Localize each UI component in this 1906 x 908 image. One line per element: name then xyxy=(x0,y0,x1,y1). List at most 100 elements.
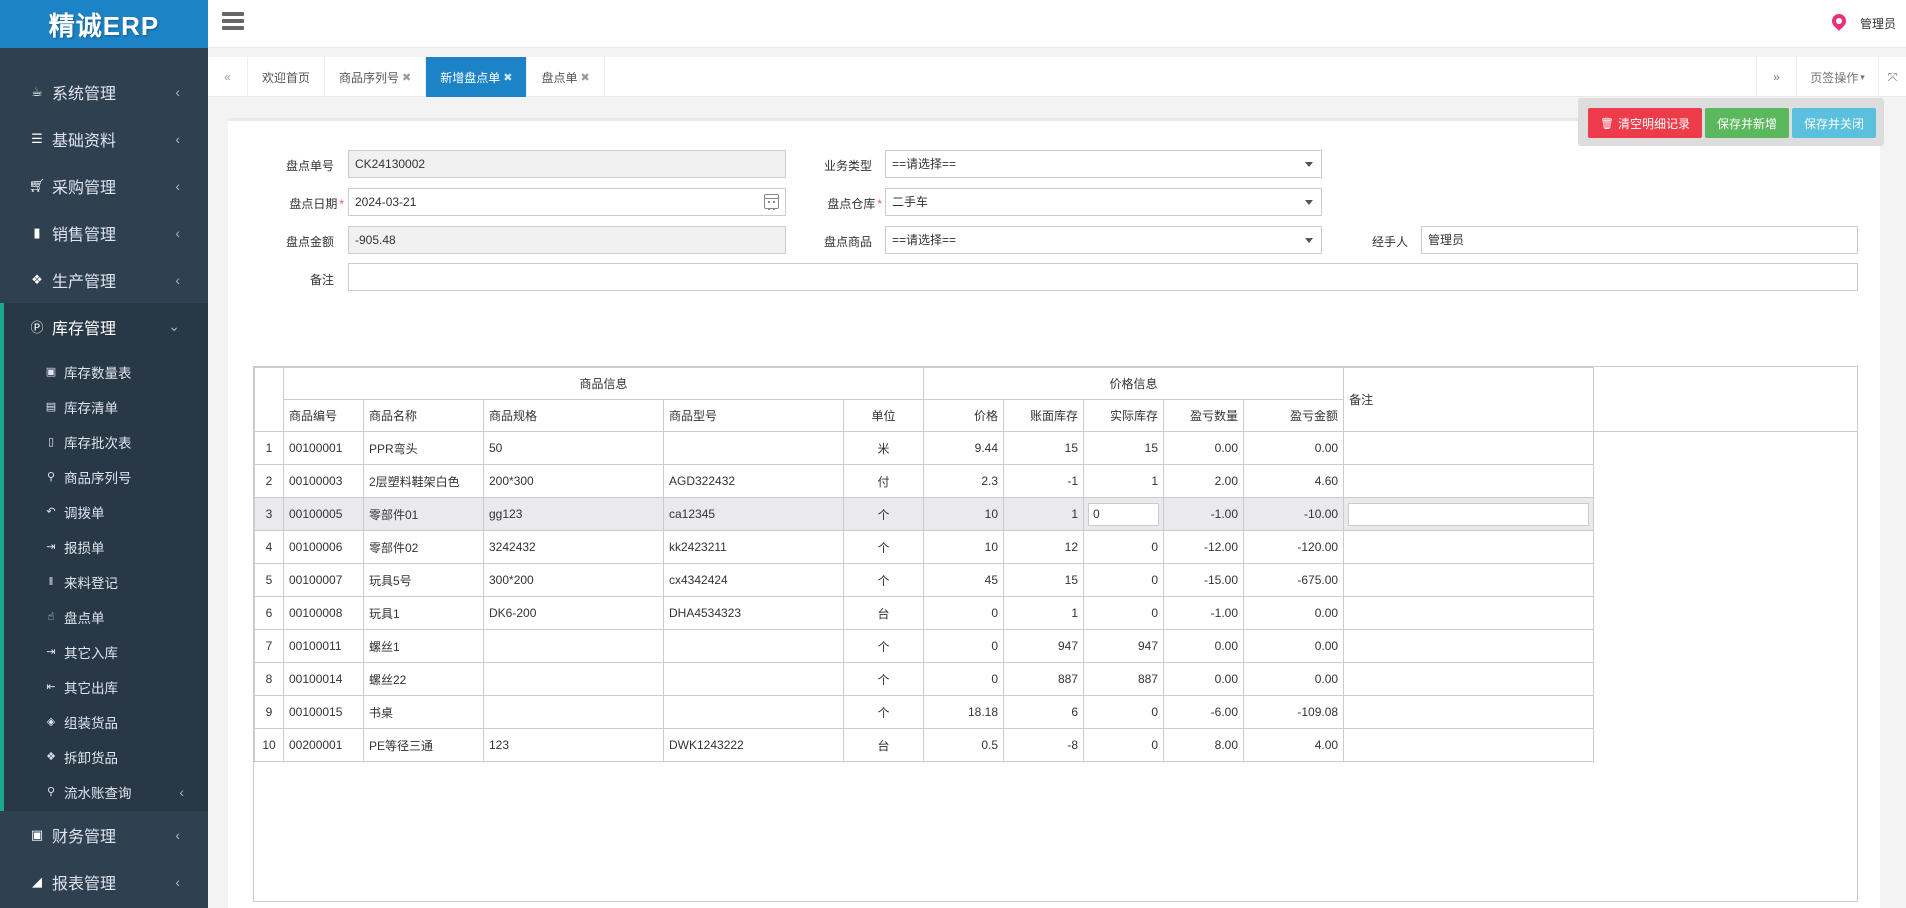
cell-spec[interactable] xyxy=(483,662,664,696)
table-row[interactable]: 4 00100006 零部件02 3242432 kk2423211 个 10 … xyxy=(254,530,1595,564)
cell-model[interactable]: ca12345 xyxy=(663,497,844,531)
cell-actual-stock[interactable]: 0 xyxy=(1083,596,1165,630)
table-row[interactable]: 9 00100015 书桌 个 18.18 6 0 -6.00 -109.08 xyxy=(254,695,1595,729)
sidebar-subitem-stocktake[interactable]: ☝ 盘点单 xyxy=(4,599,208,634)
cell-model[interactable]: cx4342424 xyxy=(663,563,844,597)
sidebar-subitem-other-out[interactable]: ⇤ 其它出库 xyxy=(4,669,208,704)
cell-book-stock[interactable]: 887 xyxy=(1003,662,1085,696)
cell-note[interactable] xyxy=(1343,431,1595,465)
column-header-spec[interactable]: 商品规格 xyxy=(483,399,664,432)
cell-model[interactable] xyxy=(663,662,844,696)
cell-note[interactable] xyxy=(1343,530,1595,564)
tab-welcome[interactable]: 欢迎首页 xyxy=(248,57,326,97)
cell-spec[interactable]: 3242432 xyxy=(483,530,664,564)
cell-note[interactable] xyxy=(1343,464,1595,498)
calendar-icon[interactable] xyxy=(764,194,779,210)
sidebar-subitem-transfer[interactable]: ↶ 调拨单 xyxy=(4,494,208,529)
cell-unit[interactable]: 台 xyxy=(842,596,925,630)
cell-name[interactable]: PPR弯头 xyxy=(363,431,484,465)
cell-code[interactable]: 00100001 xyxy=(283,431,364,465)
sidebar-subitem-stock-list[interactable]: ▤ 库存清单 xyxy=(4,389,208,424)
sidebar-item-sales[interactable]: ▮ 销售管理 ‹ xyxy=(0,209,208,256)
save-and-close-button[interactable]: 保存并关闭 xyxy=(1791,108,1876,138)
cell-unit[interactable]: 台 xyxy=(842,728,925,762)
cell-name[interactable]: 玩具1 xyxy=(363,596,484,630)
cell-note[interactable] xyxy=(1343,596,1595,630)
cell-spec[interactable]: 50 xyxy=(483,431,664,465)
cell-book-stock[interactable]: 15 xyxy=(1003,431,1085,465)
cell-note[interactable] xyxy=(1343,563,1595,597)
actual-stock-input[interactable]: 0 xyxy=(1088,502,1160,526)
sidebar-subitem-stock-batch[interactable]: ▯ 库存批次表 xyxy=(4,424,208,459)
cell-name[interactable]: 玩具5号 xyxy=(363,563,484,597)
cell-code[interactable]: 00100005 xyxy=(283,497,364,531)
tab-new-stocktake[interactable]: 新增盘点单 ✖ xyxy=(426,57,528,97)
cell-book-stock[interactable]: 6 xyxy=(1003,695,1085,729)
cell-actual-stock[interactable]: 0 xyxy=(1083,695,1165,729)
column-header-diff-qty[interactable]: 盈亏数量 xyxy=(1163,399,1245,432)
cell-name[interactable]: 零部件02 xyxy=(363,530,484,564)
cell-unit[interactable]: 个 xyxy=(842,530,925,564)
sidebar-subitem-stock-qty[interactable]: ▣ 库存数量表 xyxy=(4,354,208,389)
goods-select[interactable]: ==请选择== xyxy=(885,226,1322,254)
table-row[interactable]: 1 00100001 PPR弯头 50 米 9.44 15 15 0.00 0.… xyxy=(254,431,1595,465)
cell-note[interactable] xyxy=(1343,728,1595,762)
cell-actual-stock[interactable]: 0 xyxy=(1083,530,1165,564)
cell-spec[interactable] xyxy=(483,695,664,729)
cell-code[interactable]: 00100006 xyxy=(283,530,364,564)
column-header-note[interactable]: 备注 xyxy=(1343,367,1595,432)
app-logo[interactable]: 精诚ERP xyxy=(0,0,208,48)
cell-unit[interactable]: 付 xyxy=(842,464,925,498)
table-row-selected[interactable]: 3 00100005 零部件01 gg123 ca12345 个 10 1 0 … xyxy=(254,497,1595,531)
table-row[interactable]: 6 00100008 玩具1 DK6-200 DHA4534323 台 0 1 … xyxy=(254,596,1595,630)
cell-actual-stock[interactable]: 1 xyxy=(1083,464,1165,498)
sidebar-subitem-disassemble[interactable]: ❖ 拆卸货品 xyxy=(4,739,208,774)
cell-note[interactable] xyxy=(1343,695,1595,729)
cell-price[interactable]: 0 xyxy=(923,629,1005,663)
cell-unit[interactable]: 个 xyxy=(842,629,925,663)
biz-type-select[interactable]: ==请选择== xyxy=(885,150,1322,178)
cell-name[interactable]: 2层塑料鞋架白色 xyxy=(363,464,484,498)
cell-code[interactable]: 00100015 xyxy=(283,695,364,729)
cell-unit[interactable]: 米 xyxy=(842,431,925,465)
cell-price[interactable]: 18.18 xyxy=(923,695,1005,729)
tab-serial-number[interactable]: 商品序列号 ✖ xyxy=(325,57,427,97)
column-header-unit[interactable]: 单位 xyxy=(842,399,925,432)
cell-actual-stock[interactable]: 947 xyxy=(1083,629,1165,663)
user-menu[interactable]: 管理员 xyxy=(1832,14,1896,32)
cell-model[interactable]: DHA4534323 xyxy=(663,596,844,630)
tab-stocktake[interactable]: 盘点单 ✖ xyxy=(527,57,605,97)
cell-note[interactable] xyxy=(1343,629,1595,663)
page-ops-dropdown[interactable]: 页签操作 ▾ xyxy=(1796,57,1878,97)
cell-book-stock[interactable]: -8 xyxy=(1003,728,1085,762)
close-icon[interactable]: ✖ xyxy=(503,71,512,84)
table-row[interactable]: 7 00100011 螺丝1 个 0 947 947 0.00 0.00 xyxy=(254,629,1595,663)
sidebar-item-finance[interactable]: ▣ 财务管理 ‹ xyxy=(0,811,208,858)
cell-price[interactable]: 45 xyxy=(923,563,1005,597)
amount-field[interactable]: -905.48 xyxy=(348,226,786,254)
table-row[interactable]: 5 00100007 玩具5号 300*200 cx4342424 个 45 1… xyxy=(254,563,1595,597)
cell-price[interactable]: 10 xyxy=(923,530,1005,564)
sidebar-subitem-assemble[interactable]: ◈ 组装货品 xyxy=(4,704,208,739)
column-header-name[interactable]: 商品名称 xyxy=(363,399,484,432)
cell-code[interactable]: 00100008 xyxy=(283,596,364,630)
cell-model[interactable]: kk2423211 xyxy=(663,530,844,564)
sidebar-subitem-ledger[interactable]: ⚲ 流水账查询 ‹ xyxy=(4,774,208,809)
cell-book-stock[interactable]: 947 xyxy=(1003,629,1085,663)
cell-name[interactable]: 螺丝1 xyxy=(363,629,484,663)
close-icon[interactable]: ✖ xyxy=(402,71,411,84)
handler-field[interactable]: 管理员 xyxy=(1421,226,1858,254)
cell-book-stock[interactable]: 15 xyxy=(1003,563,1085,597)
cell-unit[interactable]: 个 xyxy=(842,662,925,696)
column-header-model[interactable]: 商品型号 xyxy=(663,399,844,432)
clear-details-button[interactable]: 🗑︎ 清空明细记录 xyxy=(1587,108,1702,138)
sidebar-item-basic[interactable]: ☰ 基础资料 ‹ xyxy=(0,115,208,162)
column-header-code[interactable]: 商品编号 xyxy=(283,399,364,432)
sidebar-subitem-loss[interactable]: ⇥ 报损单 xyxy=(4,529,208,564)
note-input[interactable] xyxy=(1348,502,1590,526)
cell-price[interactable]: 2.3 xyxy=(923,464,1005,498)
cell-actual-stock[interactable]: 0 xyxy=(1083,728,1165,762)
cell-model[interactable]: DWK1243222 xyxy=(663,728,844,762)
cell-name[interactable]: 书桌 xyxy=(363,695,484,729)
cell-actual-stock-editor[interactable]: 0 xyxy=(1083,497,1165,531)
